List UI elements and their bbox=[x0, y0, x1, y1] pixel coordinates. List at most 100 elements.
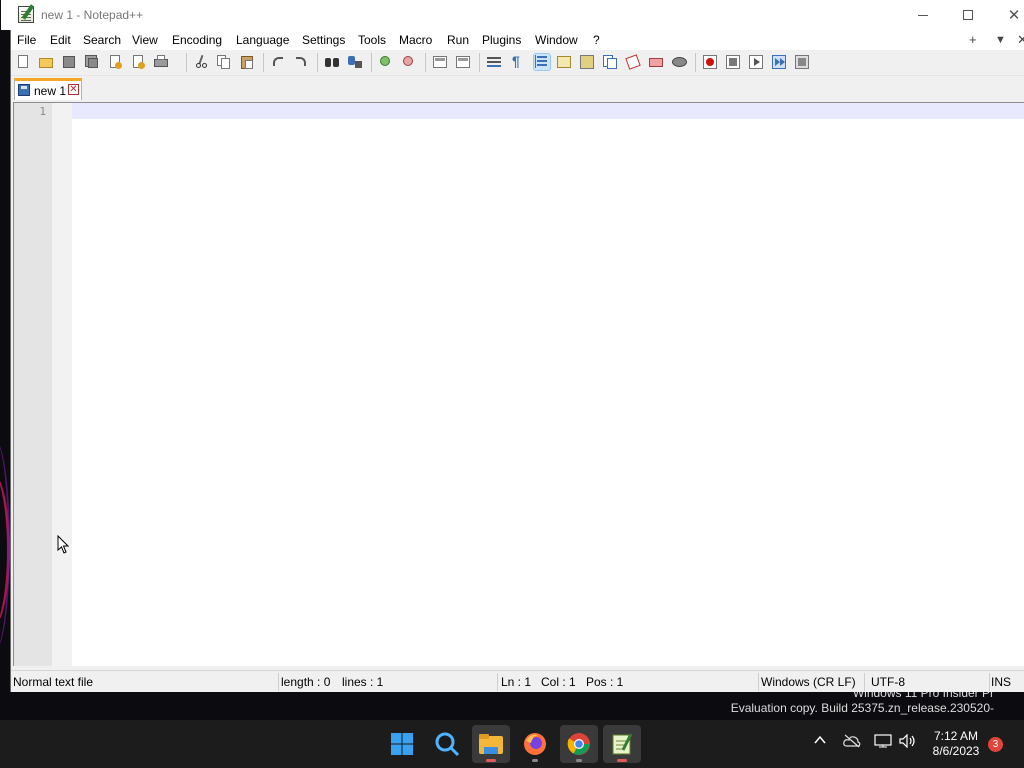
start-icon[interactable] bbox=[383, 725, 421, 763]
function-list-icon[interactable] bbox=[602, 54, 618, 70]
file-explorer-icon[interactable] bbox=[472, 725, 510, 763]
menu-bar: File Edit Search View Encoding Language … bbox=[11, 30, 1024, 50]
cut-icon[interactable] bbox=[193, 54, 209, 70]
line-number: 1 bbox=[39, 105, 46, 118]
menu-search[interactable]: Search bbox=[83, 33, 121, 47]
menu-window[interactable]: Window bbox=[535, 33, 578, 47]
close-icon: ✕ bbox=[1007, 7, 1021, 24]
folder-workspace-icon[interactable] bbox=[625, 54, 641, 70]
volume-icon[interactable] bbox=[899, 733, 917, 751]
close-icon[interactable] bbox=[107, 54, 123, 70]
tab-list-dropdown-icon[interactable]: ▼ bbox=[995, 34, 1006, 46]
notepadpp-running-indicator bbox=[617, 759, 627, 762]
close-tab-x-icon[interactable]: ✕ bbox=[1017, 32, 1024, 48]
menu-view[interactable]: View bbox=[132, 33, 158, 47]
menu-run[interactable]: Run bbox=[447, 33, 469, 47]
word-wrap-icon[interactable] bbox=[486, 54, 502, 70]
status-pos: Pos : 1 bbox=[586, 675, 624, 689]
record-macro-icon[interactable] bbox=[702, 54, 718, 70]
status-insert-mode[interactable]: INS bbox=[991, 675, 1011, 689]
status-lines: lines : 1 bbox=[342, 675, 384, 689]
notepadpp-window: new 1 - Notepad++ ✕ File Edit Search Vie… bbox=[1, 0, 1024, 692]
status-col: Col : 1 bbox=[541, 675, 576, 689]
tab-close-icon[interactable]: ✕ bbox=[68, 84, 79, 95]
status-eol[interactable]: Windows (CR LF) bbox=[761, 675, 856, 689]
close-all-icon[interactable] bbox=[130, 54, 146, 70]
menu-help[interactable]: ? bbox=[593, 33, 600, 47]
status-bar: Normal text file length : 0 lines : 1 Ln… bbox=[11, 670, 1024, 692]
menu-settings[interactable]: Settings bbox=[302, 33, 345, 47]
wallpaper-glow-2 bbox=[0, 440, 10, 650]
tab-new-1[interactable]: new 1 ✕ bbox=[14, 78, 82, 100]
taskbar: 7:12 AM 8/6/2023 3 bbox=[0, 720, 1024, 768]
sync-vertical-icon[interactable] bbox=[432, 54, 448, 70]
search-icon[interactable] bbox=[428, 725, 466, 763]
menu-plugins[interactable]: Plugins bbox=[482, 33, 521, 47]
print-icon[interactable] bbox=[153, 54, 169, 70]
open-file-icon[interactable] bbox=[38, 54, 54, 70]
notepadpp-app-icon[interactable] bbox=[18, 6, 34, 23]
chrome-icon[interactable] bbox=[560, 725, 598, 763]
editor-area[interactable]: 1 bbox=[13, 102, 1024, 666]
zoom-out-icon[interactable] bbox=[401, 54, 417, 70]
fold-margin[interactable] bbox=[52, 103, 72, 666]
zoom-in-icon[interactable] bbox=[378, 54, 394, 70]
toolbar: ¶ bbox=[11, 50, 1024, 76]
run-macro-multiple-icon[interactable] bbox=[771, 54, 787, 70]
find-icon[interactable] bbox=[324, 54, 340, 70]
onedrive-offline-icon[interactable] bbox=[843, 734, 861, 751]
save-all-icon[interactable] bbox=[84, 54, 100, 70]
status-length: length : 0 bbox=[281, 675, 331, 689]
tab-label: new 1 bbox=[34, 84, 67, 98]
menu-encoding[interactable]: Encoding bbox=[172, 33, 222, 47]
save-icon[interactable] bbox=[61, 54, 77, 70]
explorer-running-indicator bbox=[486, 759, 496, 762]
indent-guide-icon[interactable] bbox=[533, 53, 551, 71]
notification-badge[interactable]: 3 bbox=[988, 737, 1003, 752]
notepadpp-icon[interactable] bbox=[603, 725, 641, 763]
new-tab-plus-icon[interactable]: + bbox=[969, 32, 977, 47]
copy-icon[interactable] bbox=[216, 54, 232, 70]
undo-icon[interactable] bbox=[270, 54, 286, 70]
menu-edit[interactable]: Edit bbox=[50, 33, 71, 47]
clock[interactable]: 7:12 AM 8/6/2023 bbox=[930, 729, 982, 759]
floppy-icon bbox=[18, 84, 30, 96]
new-file-icon[interactable] bbox=[15, 54, 31, 70]
current-line-highlight bbox=[72, 103, 1024, 119]
paste-icon[interactable] bbox=[239, 54, 255, 70]
menu-tools[interactable]: Tools bbox=[358, 33, 386, 47]
menu-file[interactable]: File bbox=[17, 33, 36, 47]
window-title: new 1 - Notepad++ bbox=[41, 8, 144, 22]
firefox-icon[interactable] bbox=[516, 725, 554, 763]
close-button[interactable]: ✕ bbox=[991, 0, 1024, 30]
chrome-running-indicator bbox=[576, 759, 582, 762]
title-bar[interactable]: new 1 - Notepad++ ✕ bbox=[1, 0, 1024, 30]
doc-map-icon[interactable] bbox=[579, 54, 595, 70]
status-encoding[interactable]: UTF-8 bbox=[871, 675, 905, 689]
maximize-icon bbox=[963, 10, 973, 20]
sync-horizontal-icon[interactable] bbox=[455, 54, 471, 70]
watermark-line2: Evaluation copy. Build 25375.zn_release.… bbox=[730, 701, 994, 715]
replace-icon[interactable] bbox=[347, 54, 363, 70]
menu-macro[interactable]: Macro bbox=[399, 33, 432, 47]
status-file-type: Normal text file bbox=[13, 675, 94, 689]
language-icon[interactable] bbox=[556, 54, 572, 70]
clock-date: 8/6/2023 bbox=[932, 744, 980, 758]
tab-bar: new 1 ✕ bbox=[11, 76, 1024, 102]
menu-language[interactable]: Language bbox=[236, 33, 289, 47]
maximize-button[interactable] bbox=[945, 0, 991, 30]
redo-icon[interactable] bbox=[293, 54, 309, 70]
show-hidden-icons-icon[interactable] bbox=[813, 733, 827, 750]
stop-record-icon[interactable] bbox=[725, 54, 741, 70]
eye-monitor-icon[interactable] bbox=[671, 54, 687, 70]
monitoring-icon[interactable] bbox=[648, 54, 664, 70]
mouse-cursor-icon bbox=[57, 534, 71, 558]
playback-icon[interactable] bbox=[748, 54, 764, 70]
show-all-chars-icon[interactable]: ¶ bbox=[509, 53, 525, 70]
minimize-button[interactable] bbox=[900, 0, 946, 30]
minimize-icon bbox=[918, 14, 928, 16]
firefox-running-indicator bbox=[532, 759, 538, 762]
network-icon[interactable] bbox=[874, 734, 892, 751]
clock-time: 7:12 AM bbox=[933, 729, 979, 743]
save-macro-icon[interactable] bbox=[794, 54, 810, 70]
